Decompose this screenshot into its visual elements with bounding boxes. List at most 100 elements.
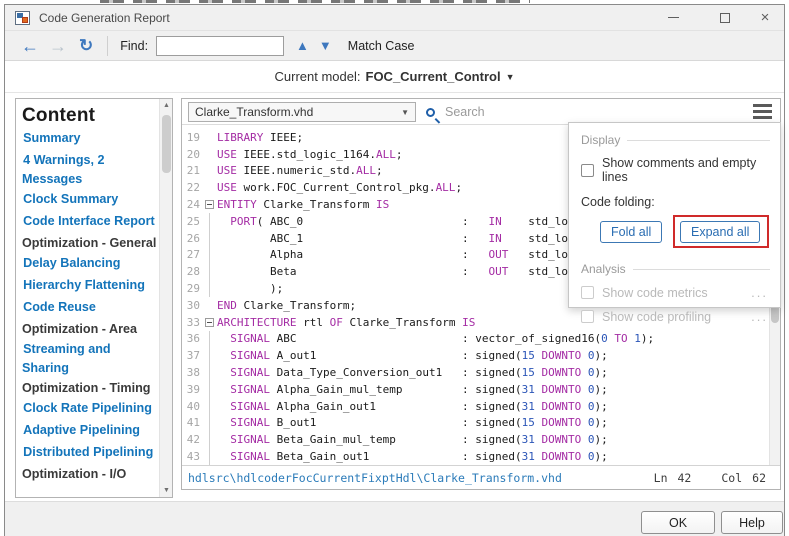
sidebar-link[interactable]: 4 Warnings, 2 Messages [22,152,157,188]
close-button[interactable]: × [747,5,783,30]
line-number: 37 [182,349,204,362]
sidebar-scrollbar[interactable]: ▲ ▼ [159,99,172,497]
code-line: 43 SIGNAL Beta_Gain_out1 : signed(31 DOW… [182,448,769,465]
minimize-icon [668,17,679,18]
code-search-input[interactable] [445,105,725,119]
fold-gutter [204,196,217,213]
scroll-down-icon[interactable]: ▼ [160,487,173,494]
sidebar-link[interactable]: Adaptive Pipelining [22,422,157,441]
line-number: 39 [182,383,204,396]
code-text: ARCHITECTURE rtl OF Clarke_Transform IS [217,316,475,329]
code-generation-report-window: Code Generation Report × ← → ↻ Find: ▲ ▼… [4,4,785,536]
show-comments-label: Show comments and empty lines [602,156,770,184]
app-icon [15,11,30,25]
minimize-button[interactable] [655,5,691,30]
sidebar-scroll-thumb[interactable] [162,115,171,173]
find-toolbar: ← → ↻ Find: ▲ ▼ Match Case [5,31,784,61]
line-number: 24 [182,198,204,211]
code-text: USE IEEE.std_logic_1164.ALL; [217,148,402,161]
line-number: 25 [182,215,204,228]
line-number: 42 [182,433,204,446]
line-number: 29 [182,282,204,295]
line-number: 22 [182,181,204,194]
line-number: 43 [182,450,204,463]
sidebar-link[interactable]: Summary [22,130,157,149]
show-comments-row[interactable]: Show comments and empty lines [581,156,770,184]
code-text: END Clarke_Transform; [217,299,356,312]
fold-gutter [204,364,217,381]
line-value: 42 [678,471,692,485]
show-profiling-label: Show code profiling [602,310,711,324]
sidebar-link[interactable]: Code Interface Report [22,213,157,232]
match-case-toggle[interactable]: Match Case [348,39,415,53]
expand-all-button[interactable]: Expand all [680,221,760,243]
current-model-name[interactable]: FOC_Current_Control [366,69,501,84]
code-text: ); [217,282,283,295]
fold-gutter [204,263,217,280]
fold-gutter [204,179,217,196]
current-model-label: Current model: [275,69,361,84]
code-text: ENTITY Clarke_Transform IS [217,198,389,211]
sidebar-section-label: Optimization - I/O [22,466,157,483]
file-path: hdlsrc\hdlcoderFocCurrentFixptHdl\Clarke… [188,471,562,485]
code-line: 38 SIGNAL Data_Type_Conversion_out1 : si… [182,364,769,381]
help-button[interactable]: Help [721,511,783,534]
display-group-label: Display [581,133,770,147]
line-label: Ln [654,471,668,485]
refresh-icon[interactable]: ↻ [79,37,93,54]
scroll-up-icon[interactable]: ▲ [160,102,173,109]
analysis-group-label: Analysis [581,262,770,276]
code-line: 36 SIGNAL ABC : vector_of_signed16(0 TO … [182,331,769,348]
ok-button[interactable]: OK [641,511,715,534]
code-text: SIGNAL Alpha_Gain_mul_temp : signed(31 D… [217,383,608,396]
sidebar-link[interactable]: Code Reuse [22,299,157,318]
code-text: SIGNAL A_out1 : signed(15 DOWNTO 0); [217,349,608,362]
sidebar-link[interactable]: Distributed Pipelining [22,444,157,463]
file-selector-dropdown[interactable]: Clarke_Transform.vhd ▼ [188,102,416,122]
sidebar-list: Summary 4 Warnings, 2 Messages Clock Summa… [22,130,157,483]
code-text: SIGNAL B_out1 : signed(15 DOWNTO 0); [217,416,608,429]
fold-all-button[interactable]: Fold all [600,221,662,243]
code-text: SIGNAL Beta_Gain_mul_temp : signed(31 DO… [217,433,608,446]
line-number: 41 [182,416,204,429]
sidebar-link[interactable]: Hierarchy Flattening [22,277,157,296]
sidebar-link[interactable]: Delay Balancing [22,255,157,274]
sidebar-section-label: Optimization - General [22,235,157,252]
find-previous-icon[interactable]: ▲ [296,38,309,53]
group-rule [627,140,770,141]
code-text: SIGNAL Data_Type_Conversion_out1 : signe… [217,366,608,379]
menu-icon[interactable] [753,104,772,119]
code-search [426,102,725,122]
fold-toggle-icon[interactable] [205,200,214,209]
fold-toggle-icon[interactable] [205,318,214,327]
sidebar-section-label: Optimization - Timing [22,380,157,397]
code-text: SIGNAL Alpha_Gain_out1 : signed(31 DOWNT… [217,400,608,413]
show-metrics-checkbox [581,286,594,299]
back-icon[interactable]: ← [21,37,39,55]
metrics-more-icon: ... [751,285,768,300]
code-status-bar: hdlsrc\hdlcoderFocCurrentFixptHdl\Clarke… [182,465,780,489]
fold-gutter [204,230,217,247]
sidebar-link[interactable]: Clock Summary [22,191,157,210]
line-number: 19 [182,131,204,144]
fold-gutter [204,431,217,448]
line-number: 21 [182,164,204,177]
show-comments-checkbox[interactable] [581,164,594,177]
model-dropdown-caret-icon[interactable]: ▼ [506,72,515,82]
background-window-fragment [100,0,530,3]
show-metrics-label: Show code metrics [602,286,708,300]
sidebar-link[interactable]: Streaming and Sharing [22,341,157,377]
profiling-more-icon: ... [751,309,768,324]
file-selector-value: Clarke_Transform.vhd [195,105,313,119]
find-next-icon[interactable]: ▼ [319,38,332,53]
toolbar-separator [107,36,108,56]
maximize-button[interactable] [707,5,743,30]
find-input[interactable] [156,36,284,56]
fold-gutter [204,280,217,297]
code-line: 40 SIGNAL Alpha_Gain_out1 : signed(31 DO… [182,398,769,415]
sidebar-link[interactable]: Clock Rate Pipelining [22,400,157,419]
code-text: USE IEEE.numeric_std.ALL; [217,164,383,177]
fold-gutter [204,247,217,264]
fold-gutter [204,347,217,364]
code-folding-label: Code folding: [581,195,770,209]
